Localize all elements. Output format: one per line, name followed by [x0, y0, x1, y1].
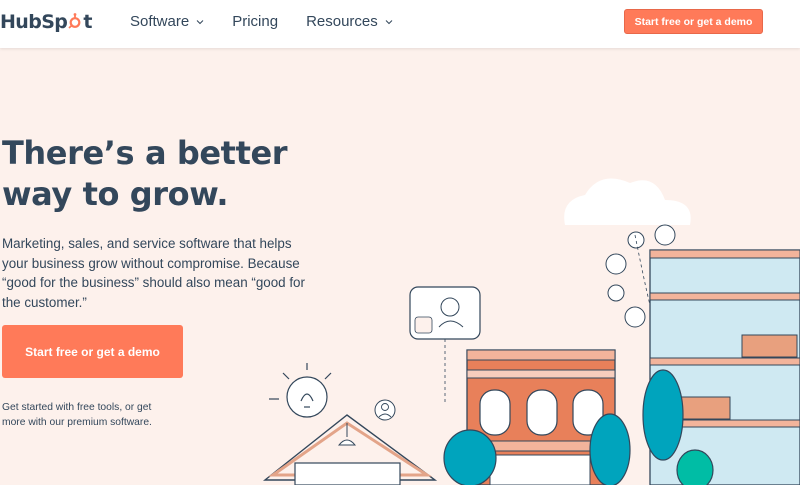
- logo-text-hub: HubSp: [0, 11, 68, 33]
- header-start-free-button[interactable]: Start free or get a demo: [624, 9, 763, 34]
- avatar-icon: [374, 399, 396, 421]
- nav-resources[interactable]: Resources: [306, 13, 393, 30]
- chevron-down-icon: [196, 19, 204, 24]
- hubspot-logo[interactable]: HubSp t: [0, 10, 92, 34]
- main-nav: Software Pricing Resources: [130, 13, 421, 30]
- nav-resources-label: Resources: [306, 13, 378, 30]
- cloud-icon: [564, 178, 691, 225]
- nav-pricing-label: Pricing: [232, 13, 279, 30]
- nav-pricing[interactable]: Pricing: [232, 13, 278, 30]
- logo-text-t: t: [83, 11, 92, 33]
- top-nav-bar: HubSp t Software Pricing Resources Start…: [0, 0, 800, 48]
- sprocket-icon: [68, 13, 81, 29]
- hero-subtext: Get started with free tools, or get more…: [2, 402, 152, 428]
- growth-city-illustration: [262, 178, 800, 485]
- nav-software[interactable]: Software: [130, 13, 204, 30]
- lightbulb-icon: [269, 363, 332, 418]
- house-icon: [262, 414, 438, 485]
- nav-software-label: Software: [130, 13, 190, 30]
- chevron-down-icon: [385, 19, 393, 24]
- hero-start-free-button[interactable]: Start free or get a demo: [2, 325, 183, 378]
